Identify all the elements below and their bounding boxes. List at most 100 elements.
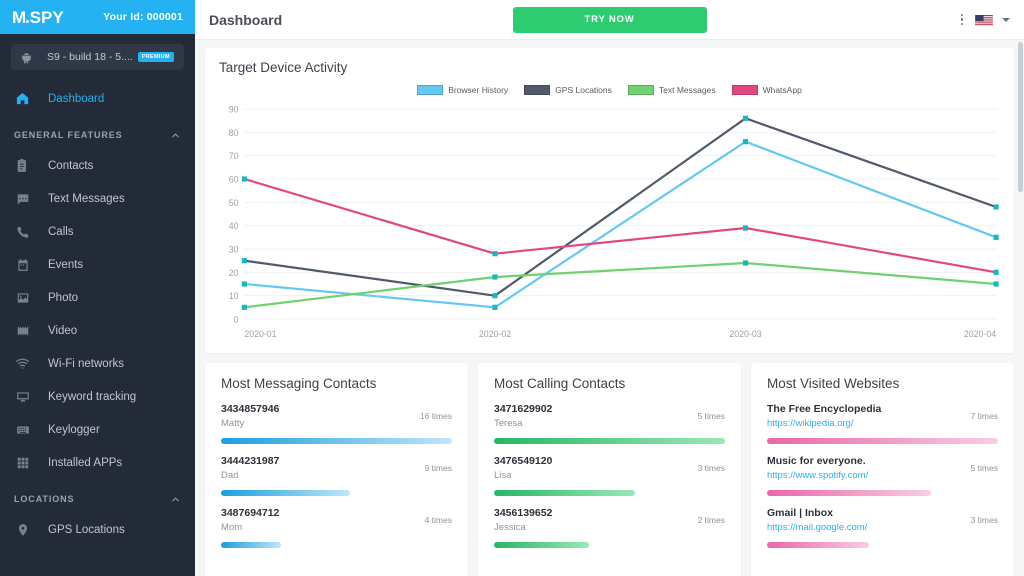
main-area: Dashboard TRY NOW Target Device Activity…: [195, 0, 1024, 576]
list-item-texts: 3487694712 Mom: [221, 506, 419, 535]
list-item[interactable]: 3444231987 Dad 9 times: [221, 454, 452, 496]
section-title: GENERAL FEATURES: [14, 130, 123, 140]
list-item[interactable]: Gmail | Inbox https://mail.google.com/3 t…: [767, 506, 998, 548]
x-axis-tick-label: 2020-03: [729, 329, 761, 339]
card-title: Most Calling Contacts: [494, 376, 626, 391]
legend-item-gps-locations[interactable]: GPS Locations: [524, 85, 612, 95]
card-most-visited-websites: Most Visited Websites The Free Encycloped…: [751, 363, 1014, 576]
chart-legend: Browser History GPS Locations Text Message…: [219, 79, 1000, 101]
sidebar-item-photo[interactable]: Photo: [0, 281, 195, 314]
list-item[interactable]: The Free Encyclopedia https://wikipedia.o…: [767, 402, 998, 444]
list-item-texts: The Free Encyclopedia https://wikipedia.o…: [767, 402, 965, 431]
data-point-marker: [492, 251, 498, 257]
card-most-calling-contacts: Most Calling Contacts 3471629902 Teresa 5 t…: [478, 363, 741, 576]
list-item-secondary-label: Dad: [221, 470, 239, 482]
chevron-down-icon[interactable]: [1002, 17, 1010, 22]
list-item[interactable]: Music for everyone. https://www.spotify.c…: [767, 454, 998, 496]
list-item-secondary-label: Teresa: [494, 418, 523, 430]
logo-text-spy: SPY: [29, 7, 64, 27]
legend-item-browser-history[interactable]: Browser History: [417, 85, 508, 95]
sidebar-item-label: Calls: [48, 225, 74, 238]
y-axis-tick-label: 80: [229, 128, 239, 138]
page-scrollbar[interactable]: [1017, 40, 1024, 576]
more-vertical-icon[interactable]: [958, 12, 967, 28]
list-item-texts: 3456139652 Jessica: [494, 506, 692, 535]
y-axis-tick-label: 20: [229, 268, 239, 278]
data-point-marker: [492, 274, 498, 280]
legend-item-text-messages[interactable]: Text Messages: [627, 85, 716, 95]
sidebar-item-label: Contacts: [48, 159, 94, 172]
sidebar-item-label: Events: [48, 258, 84, 271]
sidebar-item-gps-locations[interactable]: GPS Locations: [0, 513, 195, 546]
list-item-primary-label: 3434857946: [221, 403, 280, 415]
logo-mark-m: M: [12, 7, 26, 27]
sidebar-item-contacts[interactable]: Contacts: [0, 149, 195, 182]
card-title: Most Messaging Contacts: [221, 376, 377, 391]
list-item[interactable]: 3456139652 Jessica 2 times: [494, 506, 725, 548]
legend-item-whatsapp[interactable]: WhatsApp: [731, 85, 802, 95]
sidebar-item-calls[interactable]: Calls: [0, 215, 195, 248]
list-item[interactable]: 3471629902 Teresa 5 times: [494, 402, 725, 444]
section-title: LOCATIONS: [14, 494, 75, 504]
x-axis-tick-label: 2020-04: [964, 329, 996, 339]
list-item-url-link[interactable]: https://www.spotify.com/: [767, 469, 965, 483]
list-item-count-label: 3 times: [697, 462, 725, 473]
sidebar-item-label: GPS Locations: [48, 523, 125, 536]
mspy-logo[interactable]: M SPY: [12, 9, 64, 26]
message-icon: [14, 190, 31, 207]
legend-swatch: [524, 85, 551, 95]
try-now-button[interactable]: TRY NOW: [512, 6, 707, 33]
sidebar-item-installed-apps[interactable]: Installed APPs: [0, 446, 195, 479]
list-item-primary-label: Music for everyone.: [767, 454, 866, 467]
list-item-header: The Free Encyclopedia https://wikipedia.o…: [767, 402, 998, 431]
list-item-primary-label: 3471629902: [494, 403, 553, 415]
x-axis-tick-label: 2020-02: [479, 329, 511, 339]
progress-bar: [221, 437, 452, 444]
sidebar-item-dashboard[interactable]: Dashboard: [0, 82, 195, 115]
contacts-icon: [14, 157, 31, 174]
progress-bar: [221, 489, 351, 496]
sidebar-item-keylogger[interactable]: Keylogger: [0, 413, 195, 446]
y-axis-tick-label: 70: [229, 151, 239, 161]
logo-dot-icon: [25, 19, 29, 23]
legend-label: WhatsApp: [762, 85, 802, 95]
sidebar-section-general-features[interactable]: GENERAL FEATURES: [0, 115, 195, 149]
sidebar-item-label: Photo: [48, 291, 79, 304]
device-selector[interactable]: S9 - build 18 - 5.... PREMIUM: [11, 44, 184, 70]
progress-bar: [494, 489, 635, 496]
sidebar-item-label: Keylogger: [48, 423, 100, 436]
list-item-primary-label: 3456139652: [494, 506, 553, 519]
scrollbar-thumb[interactable]: [1018, 42, 1023, 192]
card-title: Most Visited Websites: [767, 376, 900, 391]
legend-swatch: [627, 85, 654, 95]
list-item-texts: 3434857946 Matty: [221, 402, 414, 431]
topbar-right-controls: [958, 12, 1010, 28]
chevron-up-icon[interactable]: [170, 130, 181, 141]
data-point-marker: [993, 269, 999, 275]
list-item-url-link[interactable]: https://wikipedia.org/: [767, 417, 965, 431]
phone-icon: [14, 223, 31, 240]
sidebar-item-video[interactable]: Video: [0, 314, 195, 347]
sidebar-item-text-messages[interactable]: Text Messages: [0, 182, 195, 215]
list-item[interactable]: 3487694712 Mom 4 times: [221, 506, 452, 548]
legend-label: GPS Locations: [555, 85, 612, 95]
target-device-activity-card: Target Device Activity Browser History GP…: [205, 48, 1014, 353]
sidebar-item-wifi-networks[interactable]: Wi-Fi networks: [0, 347, 195, 380]
video-icon: [14, 322, 31, 339]
data-point-marker: [742, 225, 749, 231]
sidebar-item-keyword-tracking[interactable]: Keyword tracking: [0, 380, 195, 413]
data-point-marker: [993, 281, 999, 287]
sidebar-section-locations[interactable]: LOCATIONS: [0, 479, 195, 513]
list-item-secondary-label: Matty: [221, 418, 245, 430]
us-flag-icon[interactable]: [975, 14, 993, 26]
list-item[interactable]: 3476549120 Lisa 3 times: [494, 454, 725, 496]
sidebar-item-events[interactable]: Events: [0, 248, 195, 281]
progress-bar: [221, 541, 282, 548]
chevron-up-icon[interactable]: [170, 494, 181, 505]
list-item-url-link[interactable]: https://mail.google.com/: [767, 521, 965, 535]
list-item-header: 3487694712 Mom 4 times: [221, 506, 452, 535]
legend-label: Browser History: [448, 85, 509, 95]
chart-line-text-messages: [244, 263, 996, 307]
sidebar-item-label: Installed APPs: [48, 456, 123, 469]
list-item[interactable]: 3434857946 Matty 16 times: [221, 402, 452, 444]
